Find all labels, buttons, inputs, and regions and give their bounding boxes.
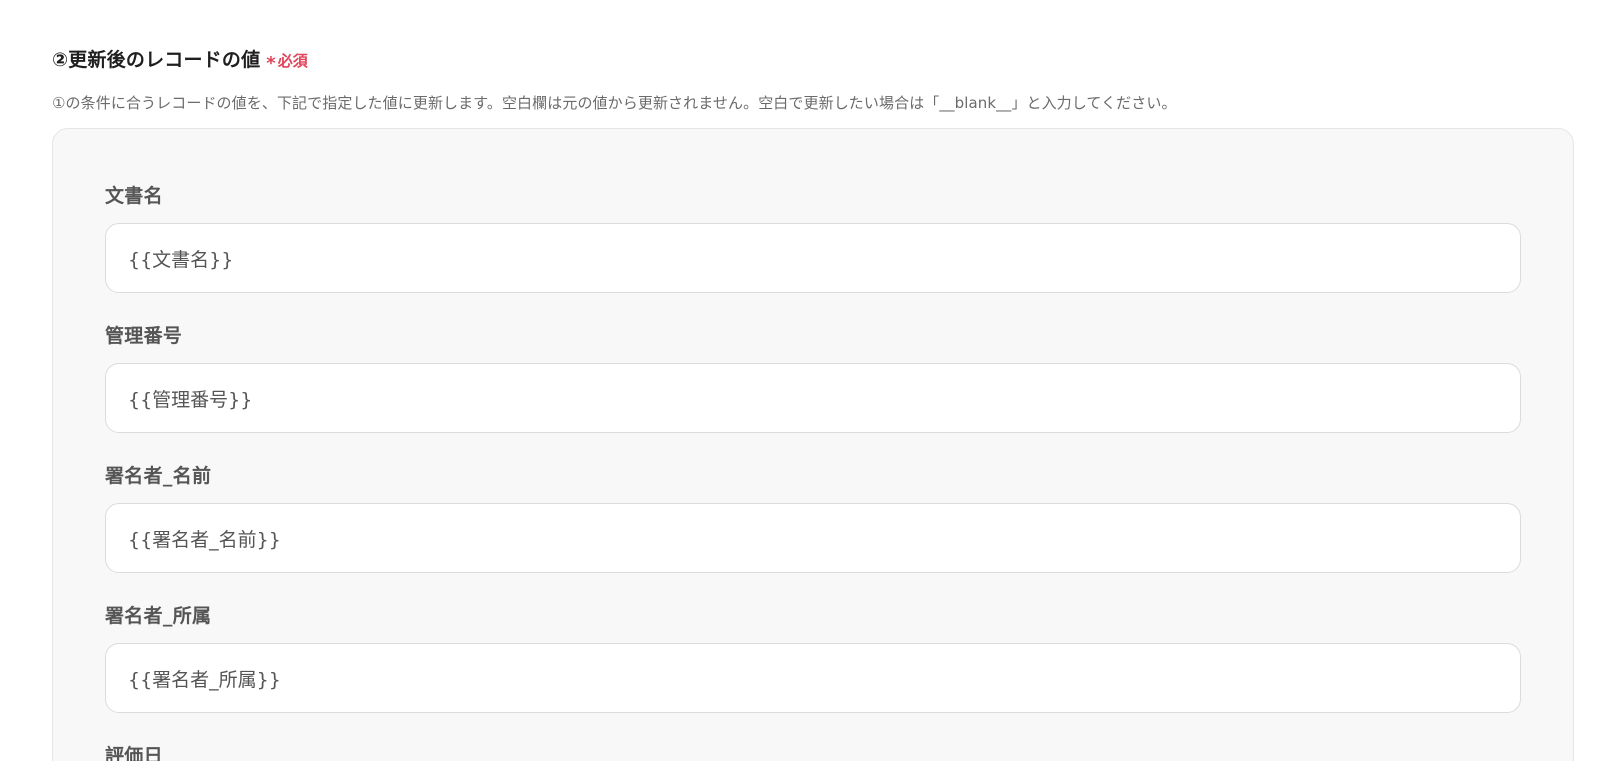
required-asterisk-icon: *: [266, 53, 276, 74]
section-description: ①の条件に合うレコードの値を、下記で指定した値に更新します。空白欄は元の値から更…: [52, 94, 1177, 112]
section-header: ②更新後のレコードの値 * 必須: [52, 45, 308, 74]
field-label-management-number: 管理番号: [105, 325, 183, 347]
field-label-signer-affiliation: 署名者_所属: [105, 605, 212, 627]
required-label: 必須: [277, 52, 308, 70]
section-title: ②更新後のレコードの値: [52, 49, 261, 71]
field-label-evaluation-date: 評価日: [105, 745, 163, 761]
fields-panel: 文書名 管理番号 署名者_名前 署名者_所属 評価日: [52, 128, 1574, 761]
signer-name-input[interactable]: [105, 503, 1521, 573]
record-update-page: ②更新後のレコードの値 * 必須 ①の条件に合うレコードの値を、下記で指定した値…: [0, 0, 1600, 761]
required-badge: * 必須: [266, 50, 308, 74]
field-label-signer-name: 署名者_名前: [105, 465, 212, 487]
document-name-input[interactable]: [105, 223, 1521, 293]
management-number-input[interactable]: [105, 363, 1521, 433]
field-label-document-name: 文書名: [105, 185, 163, 207]
signer-affiliation-input[interactable]: [105, 643, 1521, 713]
